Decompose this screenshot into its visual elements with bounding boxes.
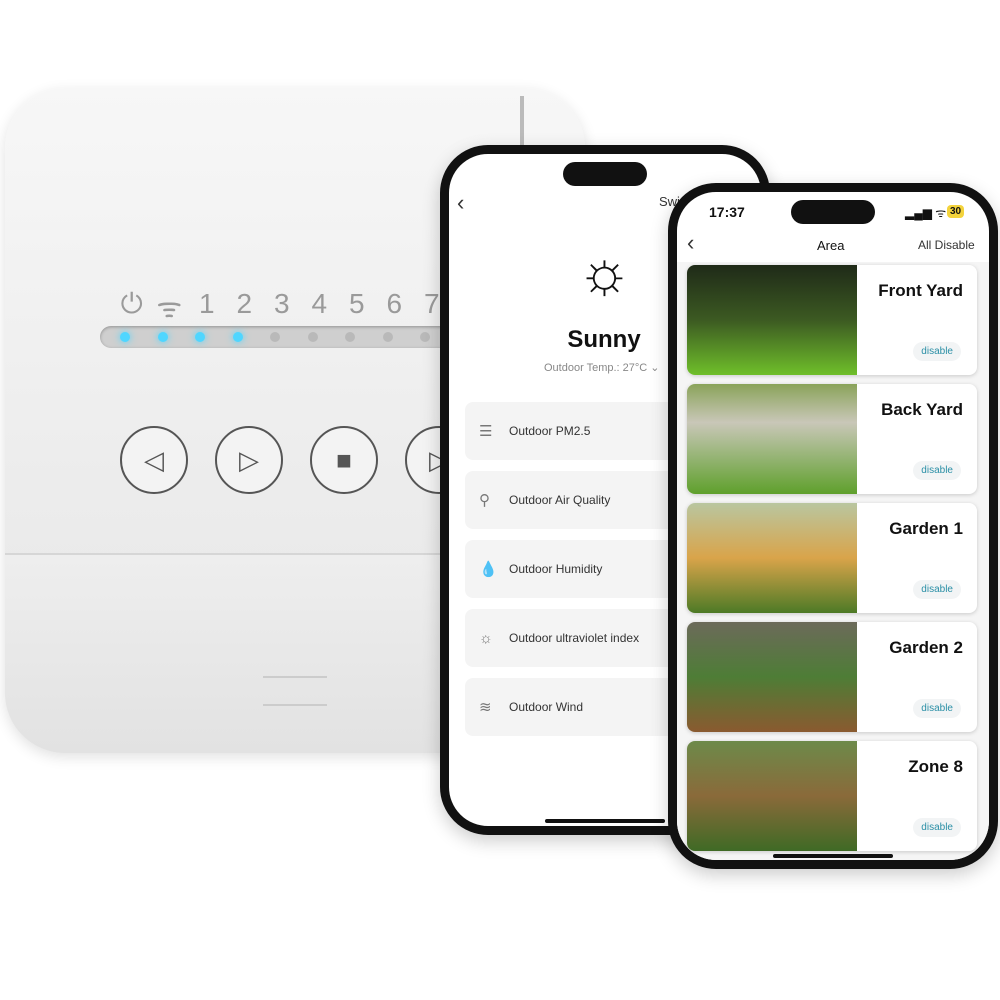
zone-photo xyxy=(687,741,857,851)
zone-card[interactable]: Back Yard disable xyxy=(687,384,977,494)
stop-icon: ■ xyxy=(336,444,352,475)
zone-led xyxy=(195,332,205,342)
disable-button[interactable]: disable xyxy=(913,342,961,361)
row-label: Outdoor PM2.5 xyxy=(509,424,591,438)
zone-led xyxy=(420,332,430,342)
zone-led xyxy=(157,332,168,342)
zone-photo xyxy=(687,622,857,732)
zone-label: 4 xyxy=(311,288,328,319)
zone-label: 6 xyxy=(386,288,403,319)
zone-photo xyxy=(687,265,857,375)
zone-led xyxy=(307,332,318,342)
status-time: 17:37 xyxy=(709,204,745,220)
disable-button[interactable]: disable xyxy=(913,461,961,480)
area-phone: 17:37 ▂▄▆ ᯤ 30 ‹ Area All Disable Front … xyxy=(668,183,998,869)
zone-photo xyxy=(687,384,857,494)
zone-name: Zone 8 xyxy=(908,757,963,776)
outdoor-temp[interactable]: Outdoor Temp.: 27°C ⌄ xyxy=(544,361,660,374)
stop-button[interactable]: ■ xyxy=(310,426,378,494)
led-strip xyxy=(100,326,460,348)
dynamic-island xyxy=(563,162,647,186)
zone-led xyxy=(345,332,355,342)
all-disable-button[interactable]: All Disable xyxy=(918,238,975,252)
zone-led xyxy=(382,332,393,342)
zone-name: Garden 2 xyxy=(889,638,963,657)
zone-led xyxy=(232,332,243,342)
zone-card[interactable]: Front Yard disable xyxy=(687,265,977,375)
row-label: Outdoor Wind xyxy=(509,700,584,714)
sunny-icon: ☼ xyxy=(577,238,632,305)
zone-label: ᯤ xyxy=(156,292,183,323)
back-button[interactable]: ‹ xyxy=(687,230,694,256)
row-label: Outdoor ultraviolet index xyxy=(509,631,640,645)
zone-led xyxy=(270,332,280,342)
home-indicator xyxy=(545,819,665,823)
signal-wifi-icon: ▂▄▆ ᯤ xyxy=(905,206,947,220)
zone-card[interactable]: Garden 2 disable xyxy=(687,622,977,732)
zone-card[interactable]: Garden 1 disable xyxy=(687,503,977,613)
droplet-icon: 💧 xyxy=(479,561,498,578)
zone-card[interactable]: Zone 8 disable xyxy=(687,741,977,851)
dynamic-island xyxy=(791,200,875,224)
zone-led xyxy=(120,332,130,342)
zone-photo xyxy=(687,503,857,613)
sprout-icon: ⚲ xyxy=(479,492,490,509)
disable-button[interactable]: disable xyxy=(913,580,961,599)
play-button[interactable]: ▷ xyxy=(215,426,283,494)
pm25-icon: ☰ xyxy=(479,423,493,440)
previous-button[interactable]: ◁ xyxy=(120,426,188,494)
row-label: Outdoor Humidity xyxy=(509,562,603,576)
zone-labels: ⏻ ᯤ 1 2 3 4 5 6 7 xyxy=(113,288,451,326)
zone-label: 1 xyxy=(198,288,215,319)
sun-icon: ☼ xyxy=(479,629,493,647)
zone-label: ⏻ xyxy=(120,288,143,319)
back-button[interactable]: ‹ xyxy=(457,190,464,216)
zone-label: 5 xyxy=(348,288,365,319)
wind-icon: ≋ xyxy=(479,699,492,716)
row-label: Outdoor Air Quality xyxy=(509,493,611,507)
zone-name: Garden 1 xyxy=(889,519,963,538)
zone-name: Back Yard xyxy=(881,400,963,419)
play-icon: ▷ xyxy=(239,444,259,475)
page-title: Area xyxy=(817,238,845,253)
zone-name: Front Yard xyxy=(878,281,963,300)
zone-label: 2 xyxy=(236,288,253,319)
battery-icon: 30 xyxy=(947,205,965,218)
home-indicator xyxy=(773,854,893,858)
zone-label: 3 xyxy=(273,288,290,319)
previous-icon: ◁ xyxy=(144,444,164,475)
vent-icon xyxy=(263,676,327,706)
disable-button[interactable]: disable xyxy=(913,818,961,837)
disable-button[interactable]: disable xyxy=(913,699,961,718)
